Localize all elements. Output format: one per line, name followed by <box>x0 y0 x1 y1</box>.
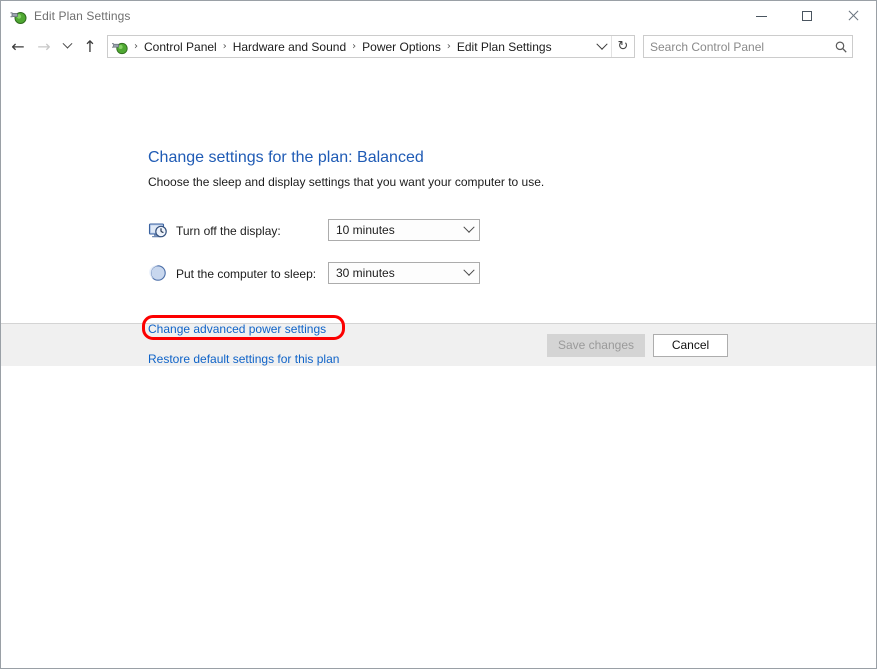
minimize-button[interactable] <box>738 1 784 31</box>
sleep-timeout-dropdown[interactable]: 30 minutes <box>328 262 480 284</box>
address-history-button[interactable] <box>593 36 611 57</box>
maximize-button[interactable] <box>784 1 830 31</box>
search-box[interactable] <box>643 35 853 58</box>
maximize-icon <box>802 11 812 21</box>
breadcrumb-item-hardware-and-sound[interactable]: Hardware and Sound <box>229 38 350 56</box>
setting-label-sleep: Put the computer to sleep: <box>176 267 317 281</box>
address-power-plug-icon <box>112 39 128 55</box>
window-controls <box>738 1 876 31</box>
breadcrumb-separator: › <box>446 41 451 52</box>
sleep-timeout-value: 30 minutes <box>336 266 395 280</box>
page-subtitle: Choose the sleep and display settings th… <box>148 175 545 189</box>
forward-button[interactable]: → <box>31 34 57 60</box>
cancel-button[interactable]: Cancel <box>653 333 728 357</box>
setting-label-display: Turn off the display: <box>176 224 281 238</box>
breadcrumb-item-power-options[interactable]: Power Options <box>358 38 445 56</box>
blank-lower-area <box>1 366 876 668</box>
search-icon[interactable] <box>830 40 852 54</box>
forward-arrow-icon: → <box>37 36 51 56</box>
breadcrumb-separator: › <box>134 41 138 52</box>
display-timeout-value: 10 minutes <box>336 223 395 237</box>
up-arrow-icon: ↑ <box>83 36 97 56</box>
breadcrumb-item-control-panel[interactable]: Control Panel <box>140 38 221 56</box>
setting-row-display: Turn off the display: <box>148 220 281 242</box>
chevron-down-icon[interactable] <box>459 264 479 277</box>
monitor-clock-icon <box>148 220 170 242</box>
breadcrumb: › Control Panel › Hardware and Sound › P… <box>132 38 593 56</box>
display-timeout-dropdown[interactable]: 10 minutes <box>328 219 480 241</box>
window-title: Edit Plan Settings <box>34 9 131 23</box>
refresh-button[interactable]: ↻ <box>611 36 634 57</box>
breadcrumb-separator: › <box>352 41 357 52</box>
page-title: Change settings for the plan: Balanced <box>148 149 424 166</box>
minimize-icon <box>755 15 767 17</box>
back-button[interactable]: ← <box>5 34 31 60</box>
change-advanced-power-settings-link[interactable]: Change advanced power settings <box>148 322 326 336</box>
title-bar: Edit Plan Settings <box>1 1 876 31</box>
recent-pages-button[interactable] <box>57 34 77 60</box>
content-area: Change settings for the plan: Balanced C… <box>1 62 876 366</box>
footer-bar: Save changes Cancel <box>1 324 876 366</box>
edit-plan-settings-window: Edit Plan Settings ← → ↑ › Control Panel… <box>0 0 877 669</box>
setting-row-sleep: Put the computer to sleep: <box>148 263 316 285</box>
restore-default-settings-link[interactable]: Restore default settings for this plan <box>148 352 339 366</box>
back-arrow-icon: ← <box>11 36 25 56</box>
save-changes-button[interactable]: Save changes <box>546 333 645 357</box>
address-bar[interactable]: › Control Panel › Hardware and Sound › P… <box>107 35 635 58</box>
breadcrumb-item-edit-plan-settings[interactable]: Edit Plan Settings <box>453 38 556 56</box>
close-button[interactable] <box>830 1 876 31</box>
breadcrumb-separator: › <box>222 41 227 52</box>
chevron-down-icon[interactable] <box>459 221 479 234</box>
power-plug-icon <box>10 8 27 25</box>
sleep-moon-icon <box>148 263 170 285</box>
chevron-down-icon <box>62 38 72 49</box>
navigation-bar: ← → ↑ › Control Panel › Hardware and Sou… <box>1 31 876 62</box>
close-icon <box>847 10 859 22</box>
up-button[interactable]: ↑ <box>77 34 103 60</box>
search-input[interactable] <box>644 38 830 55</box>
chevron-down-icon <box>596 38 608 50</box>
